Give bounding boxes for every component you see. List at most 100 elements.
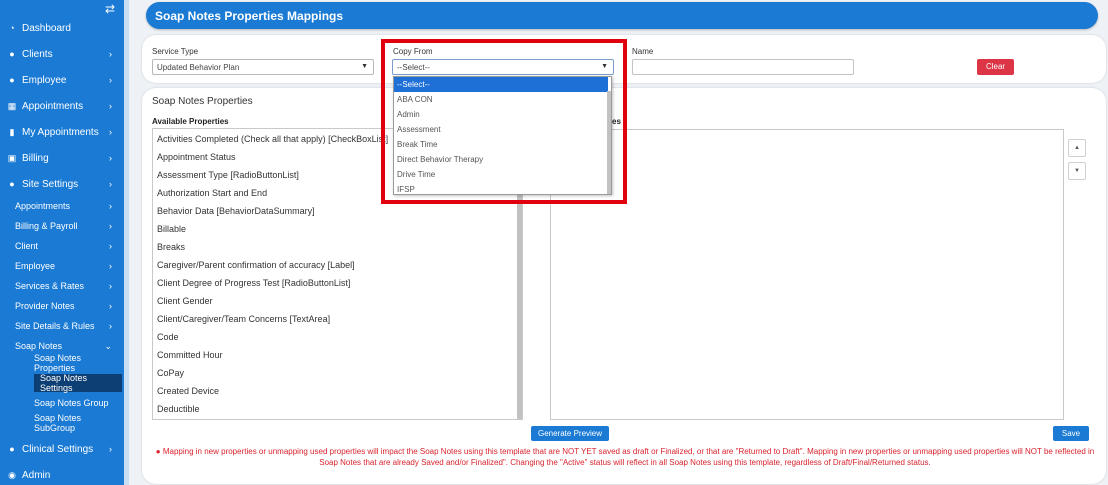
chevron-right-icon: › <box>109 444 112 454</box>
sidebar-item-label: Employee <box>22 74 67 86</box>
available-properties-label: Available Properties <box>152 117 229 126</box>
user-cog-icon: ● <box>9 444 15 454</box>
sidebar-item-employee[interactable]: ● Employee › <box>0 69 124 91</box>
list-item[interactable]: Client Gender <box>157 296 213 306</box>
sidebar-sub-employee[interactable]: Employee › <box>0 256 124 276</box>
calendar-check-icon: ▮ <box>9 126 15 137</box>
list-item[interactable]: Code <box>157 332 179 342</box>
list-item[interactable]: Billable <box>157 224 186 234</box>
clear-button[interactable]: Clear <box>977 59 1014 75</box>
sidebar-sub-services-rates[interactable]: Services & Rates › <box>0 276 124 296</box>
sidebar: ⇄ ◔ Dashboard ● Clients › ● Employee › ▦… <box>0 0 124 485</box>
list-item[interactable]: Authorization Start and End <box>157 188 267 198</box>
sidebar-item-label: Dashboard <box>22 22 71 34</box>
chevron-right-icon: › <box>109 75 112 85</box>
calendar-icon: ▦ <box>7 100 17 111</box>
sidebar-soap-notes-subgroup[interactable]: Soap Notes SubGroup <box>34 413 124 433</box>
sidebar-sub-label: Billing & Payroll <box>15 221 78 231</box>
move-down-button[interactable]: ▼ <box>1068 162 1086 180</box>
chevron-right-icon: › <box>109 221 112 231</box>
sidebar-sub-billing-payroll[interactable]: Billing & Payroll › <box>0 216 124 236</box>
users-icon: ● <box>9 75 15 85</box>
move-up-button[interactable]: ▲ <box>1068 139 1086 157</box>
sidebar-soap-notes-group[interactable]: Soap Notes Group <box>34 394 109 412</box>
service-type-value: Updated Behavior Plan <box>157 63 240 72</box>
list-item[interactable]: Committed Hour <box>157 350 223 360</box>
sidebar-item-appointments[interactable]: ▦ Appointments › <box>0 95 124 117</box>
list-item[interactable]: Behavior Data [BehaviorDataSummary] <box>157 206 315 216</box>
swap-arrows-icon[interactable]: ⇄ <box>105 2 115 16</box>
chevron-right-icon: › <box>109 301 112 311</box>
list-item[interactable]: Appointment Status <box>157 152 236 162</box>
chevron-right-icon: › <box>109 281 112 291</box>
highlight-box <box>381 39 627 204</box>
sidebar-sub-label: Client <box>15 241 39 251</box>
sidebar-subsub-label: Soap Notes Group <box>34 398 109 408</box>
list-item[interactable]: CoPay <box>157 368 184 378</box>
service-type-select[interactable]: Updated Behavior Plan ▼ <box>152 59 374 75</box>
chevron-right-icon: › <box>109 179 112 189</box>
list-item[interactable]: Assessment Type [RadioButtonList] <box>157 170 299 180</box>
generate-preview-button[interactable]: Generate Preview <box>531 426 609 441</box>
sidebar-sub-label: Site Details & Rules <box>15 321 95 331</box>
sidebar-item-label: Billing <box>22 152 49 164</box>
sidebar-sub-client[interactable]: Client › <box>0 236 124 256</box>
sidebar-sub-label: Employee <box>15 261 56 271</box>
sidebar-sub-appointments[interactable]: Appointments › <box>0 196 124 216</box>
dashboard-icon: ◔ <box>9 23 15 33</box>
sidebar-sub-site-details-rules[interactable]: Site Details & Rules › <box>0 316 124 336</box>
sidebar-item-clinical-settings[interactable]: ● Clinical Settings › <box>0 438 124 460</box>
list-item[interactable]: Created Device <box>157 386 219 396</box>
chevron-right-icon: › <box>109 49 112 59</box>
warning-text: Mapping in new properties or unmapping u… <box>162 447 1095 467</box>
section-title: Soap Notes Properties <box>152 96 253 107</box>
sidebar-item-admin[interactable]: ◉ Admin <box>0 464 124 485</box>
sidebar-item-clients[interactable]: ● Clients › <box>0 43 124 65</box>
caret-down-icon: ▼ <box>361 63 368 70</box>
page-header: Soap Notes Properties Mappings <box>146 2 1098 29</box>
chevron-down-icon: ⌄ <box>104 340 112 351</box>
list-item[interactable]: Deductible <box>157 404 200 414</box>
sidebar-scroll-edge <box>124 0 129 485</box>
mapped-properties-list[interactable] <box>550 129 1064 420</box>
sidebar-subsub-label: Soap Notes SubGroup <box>34 413 82 433</box>
chevron-right-icon: › <box>109 321 112 331</box>
sidebar-sub-label: Appointments <box>15 201 71 211</box>
chevron-right-icon: › <box>109 241 112 251</box>
chevron-right-icon: › <box>109 153 112 163</box>
list-item[interactable]: Breaks <box>157 242 185 252</box>
user-cog-icon: ● <box>9 179 15 189</box>
save-button[interactable]: Save <box>1053 426 1089 441</box>
sidebar-sub-provider-notes[interactable]: Provider Notes › <box>0 296 124 316</box>
user-icon: ● <box>9 49 15 59</box>
list-item[interactable]: Client/Caregiver/Team Concerns [TextArea… <box>157 314 330 324</box>
sidebar-sub-label: Soap Notes <box>15 341 63 351</box>
user-circle-icon: ◉ <box>8 469 16 480</box>
chevron-right-icon: › <box>109 261 112 271</box>
page-title: Soap Notes Properties Mappings <box>155 9 344 23</box>
list-item[interactable]: Caregiver/Parent confirmation of accurac… <box>157 260 355 270</box>
sidebar-item-my-appointments[interactable]: ▮ My Appointments › <box>0 121 124 143</box>
sidebar-item-dashboard[interactable]: ◔ Dashboard <box>0 17 124 39</box>
name-input[interactable] <box>632 59 854 75</box>
sidebar-item-label: Site Settings <box>22 178 79 190</box>
sidebar-item-site-settings[interactable]: ● Site Settings › <box>0 173 124 195</box>
sidebar-item-label: Clients <box>22 48 53 60</box>
chevron-right-icon: › <box>109 101 112 111</box>
triangle-down-icon: ▼ <box>1074 168 1080 174</box>
sidebar-subsub-label: Soap Notes Settings <box>40 373 88 393</box>
sidebar-item-label: Clinical Settings <box>22 443 94 455</box>
chevron-right-icon: › <box>109 127 112 137</box>
name-label: Name <box>632 47 654 56</box>
sidebar-soap-notes-properties[interactable]: Soap Notes Properties <box>34 353 124 373</box>
sidebar-item-billing[interactable]: ▣ Billing › <box>0 147 124 169</box>
sidebar-soap-notes-settings[interactable]: Soap Notes Settings <box>34 373 122 393</box>
list-item[interactable]: Client Degree of Progress Test [RadioBut… <box>157 278 350 288</box>
sidebar-subsub-label: Soap Notes Properties <box>34 353 82 373</box>
exclamation-circle-icon: ● <box>155 447 161 456</box>
service-type-label: Service Type <box>152 47 199 56</box>
sidebar-item-label: My Appointments <box>22 126 99 138</box>
sidebar-item-label: Appointments <box>22 100 84 112</box>
list-item[interactable]: Activities Completed (Check all that app… <box>157 134 388 144</box>
sidebar-sub-label: Services & Rates <box>15 281 85 291</box>
